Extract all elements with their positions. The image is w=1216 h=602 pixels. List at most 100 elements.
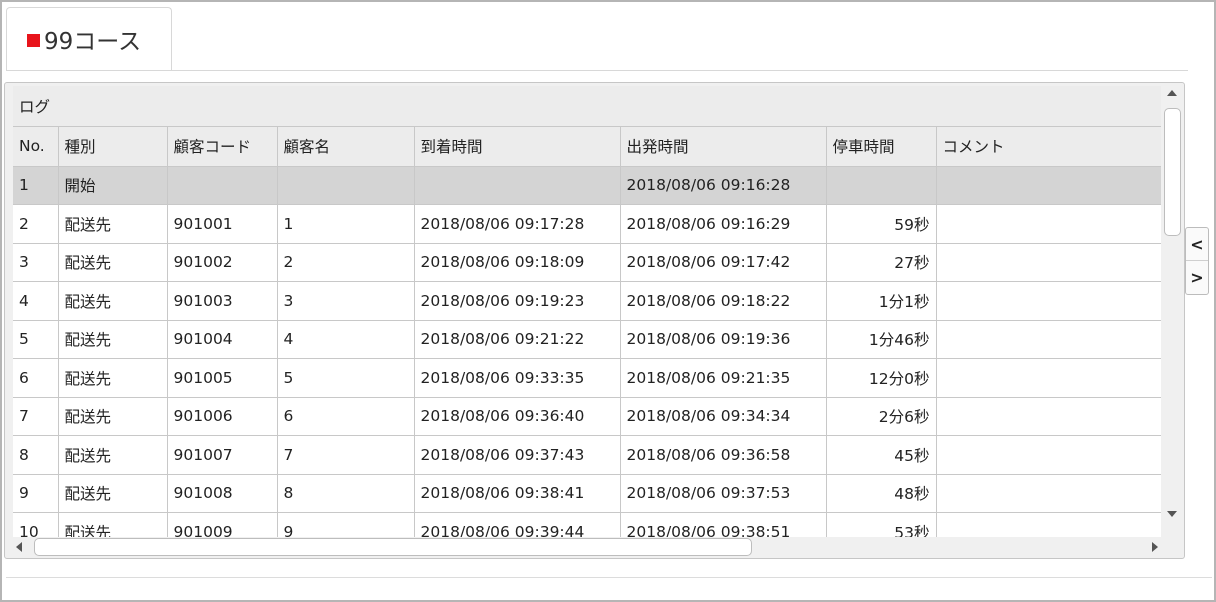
cell-no: 10	[13, 512, 59, 537]
cell-comment	[936, 512, 1161, 537]
chevron-left-icon: <	[1190, 234, 1204, 254]
table-row[interactable]: 4 配送先 901003 3 2018/08/06 09:19:23 2018/08/06…	[13, 281, 1161, 321]
cell-no: 9	[13, 474, 59, 513]
cell-arrival-time	[414, 166, 621, 205]
grid-header-row: No. 種別 顧客コード 顧客名 到着時間 出発時間 停車時間 コメント	[13, 126, 1161, 167]
cell-customer-code: 901006	[167, 397, 278, 436]
cell-departure-time: 2018/08/06 09:19:36	[620, 320, 827, 359]
cell-arrival-time: 2018/08/06 09:19:23	[414, 281, 621, 321]
cell-departure-time: 2018/08/06 09:37:53	[620, 474, 827, 513]
cell-customer-code	[167, 166, 278, 205]
chevron-right-icon: >	[1190, 268, 1204, 287]
cell-customer-name: 1	[277, 204, 415, 244]
cell-comment	[936, 166, 1161, 205]
table-row[interactable]: 2 配送先 901001 1 2018/08/06 09:17:28 2018/08/06…	[13, 204, 1161, 244]
log-table: ログ No. 種別 顧客コード 顧客名 到着時間 出発時間 停車時間 コメント …	[13, 86, 1161, 537]
cell-departure-time: 2018/08/06 09:18:22	[620, 281, 827, 321]
cell-departure-time: 2018/08/06 09:38:51	[620, 512, 827, 537]
cell-arrival-time: 2018/08/06 09:18:09	[414, 243, 621, 282]
cell-type: 配送先	[58, 397, 168, 436]
column-header-customer-name[interactable]: 顧客名	[277, 126, 415, 167]
column-header-stop-time[interactable]: 停車時間	[826, 126, 937, 167]
cell-comment	[936, 204, 1161, 244]
cell-stop-time	[826, 166, 937, 205]
cell-no: 7	[13, 397, 59, 436]
cell-arrival-time: 2018/08/06 09:21:22	[414, 320, 621, 359]
log-grid: ログ No. 種別 顧客コード 顧客名 到着時間 出発時間 停車時間 コメント …	[13, 86, 1161, 537]
cell-arrival-time: 2018/08/06 09:17:28	[414, 204, 621, 244]
prev-button[interactable]: <	[1186, 228, 1208, 261]
column-header-departure-time[interactable]: 出発時間	[620, 126, 827, 167]
cell-customer-code: 901004	[167, 320, 278, 359]
table-row[interactable]: 9 配送先 901008 8 2018/08/06 09:38:41 2018/08/06…	[13, 474, 1161, 513]
cell-arrival-time: 2018/08/06 09:37:43	[414, 435, 621, 475]
scroll-left-arrow-icon[interactable]	[16, 542, 22, 552]
table-row[interactable]: 6 配送先 901005 5 2018/08/06 09:33:35 2018/08/06…	[13, 358, 1161, 398]
cell-no: 5	[13, 320, 59, 359]
cell-arrival-time: 2018/08/06 09:39:44	[414, 512, 621, 537]
cell-departure-time: 2018/08/06 09:21:35	[620, 358, 827, 398]
scroll-right-arrow-icon[interactable]	[1152, 542, 1158, 552]
cell-customer-name: 7	[277, 435, 415, 475]
cell-no: 6	[13, 358, 59, 398]
cell-customer-name: 4	[277, 320, 415, 359]
column-header-type[interactable]: 種別	[58, 126, 168, 167]
vertical-scroll-thumb[interactable]	[1164, 108, 1181, 236]
cell-customer-code: 901002	[167, 243, 278, 282]
cell-customer-name: 6	[277, 397, 415, 436]
cell-stop-time: 12分0秒	[826, 358, 937, 398]
cell-departure-time: 2018/08/06 09:36:58	[620, 435, 827, 475]
cell-type: 配送先	[58, 243, 168, 282]
cell-customer-name: 2	[277, 243, 415, 282]
cell-customer-name: 9	[277, 512, 415, 537]
cell-type: 配送先	[58, 320, 168, 359]
table-row[interactable]: 3 配送先 901002 2 2018/08/06 09:18:09 2018/08/06…	[13, 243, 1161, 282]
table-row[interactable]: 5 配送先 901004 4 2018/08/06 09:21:22 2018/08/06…	[13, 320, 1161, 359]
cell-arrival-time: 2018/08/06 09:36:40	[414, 397, 621, 436]
column-header-comment[interactable]: コメント	[936, 126, 1161, 167]
grid-caption: ログ	[13, 86, 1161, 127]
cell-no: 2	[13, 204, 59, 244]
cell-customer-name	[277, 166, 415, 205]
cell-stop-time: 59秒	[826, 204, 937, 244]
column-header-no[interactable]: No.	[13, 126, 59, 167]
cell-customer-name: 8	[277, 474, 415, 513]
cell-type: 配送先	[58, 281, 168, 321]
tab-bar-divider	[6, 70, 1188, 71]
cell-departure-time: 2018/08/06 09:16:29	[620, 204, 827, 244]
horizontal-scrollbar[interactable]	[13, 538, 1161, 556]
scroll-down-arrow-icon[interactable]	[1167, 511, 1177, 517]
cell-customer-code: 901001	[167, 204, 278, 244]
cell-type: 配送先	[58, 512, 168, 537]
table-row[interactable]: 1 開始 2018/08/06 09:16:28	[13, 166, 1161, 205]
horizontal-scroll-thumb[interactable]	[34, 538, 752, 556]
cell-stop-time: 48秒	[826, 474, 937, 513]
cell-stop-time: 1分1秒	[826, 281, 937, 321]
cell-arrival-time: 2018/08/06 09:38:41	[414, 474, 621, 513]
cell-comment	[936, 474, 1161, 513]
cell-departure-time: 2018/08/06 09:17:42	[620, 243, 827, 282]
log-grid-panel: ログ No. 種別 顧客コード 顧客名 到着時間 出発時間 停車時間 コメント …	[4, 82, 1185, 559]
column-header-arrival-time[interactable]: 到着時間	[414, 126, 621, 167]
cell-customer-code: 901009	[167, 512, 278, 537]
table-row[interactable]: 10 配送先 901009 9 2018/08/06 09:39:44 2018/08/0…	[13, 512, 1161, 537]
cell-type: 配送先	[58, 204, 168, 244]
cell-type: 配送先	[58, 474, 168, 513]
cell-departure-time: 2018/08/06 09:16:28	[620, 166, 827, 205]
cell-comment	[936, 435, 1161, 475]
cell-comment	[936, 281, 1161, 321]
cell-customer-name: 5	[277, 358, 415, 398]
table-row[interactable]: 7 配送先 901006 6 2018/08/06 09:36:40 2018/08/06…	[13, 397, 1161, 436]
cell-no: 4	[13, 281, 59, 321]
vertical-scrollbar[interactable]	[1163, 86, 1182, 537]
cell-comment	[936, 243, 1161, 282]
footer-divider	[6, 577, 1212, 578]
tab-99-course[interactable]: 99コース	[6, 7, 172, 71]
column-header-customer-code[interactable]: 顧客コード	[167, 126, 278, 167]
scroll-up-arrow-icon[interactable]	[1167, 90, 1177, 96]
cell-customer-code: 901008	[167, 474, 278, 513]
pager-buttons: < >	[1185, 227, 1209, 295]
table-row[interactable]: 8 配送先 901007 7 2018/08/06 09:37:43 2018/08/06…	[13, 435, 1161, 475]
cell-comment	[936, 358, 1161, 398]
next-button[interactable]: >	[1186, 261, 1208, 294]
